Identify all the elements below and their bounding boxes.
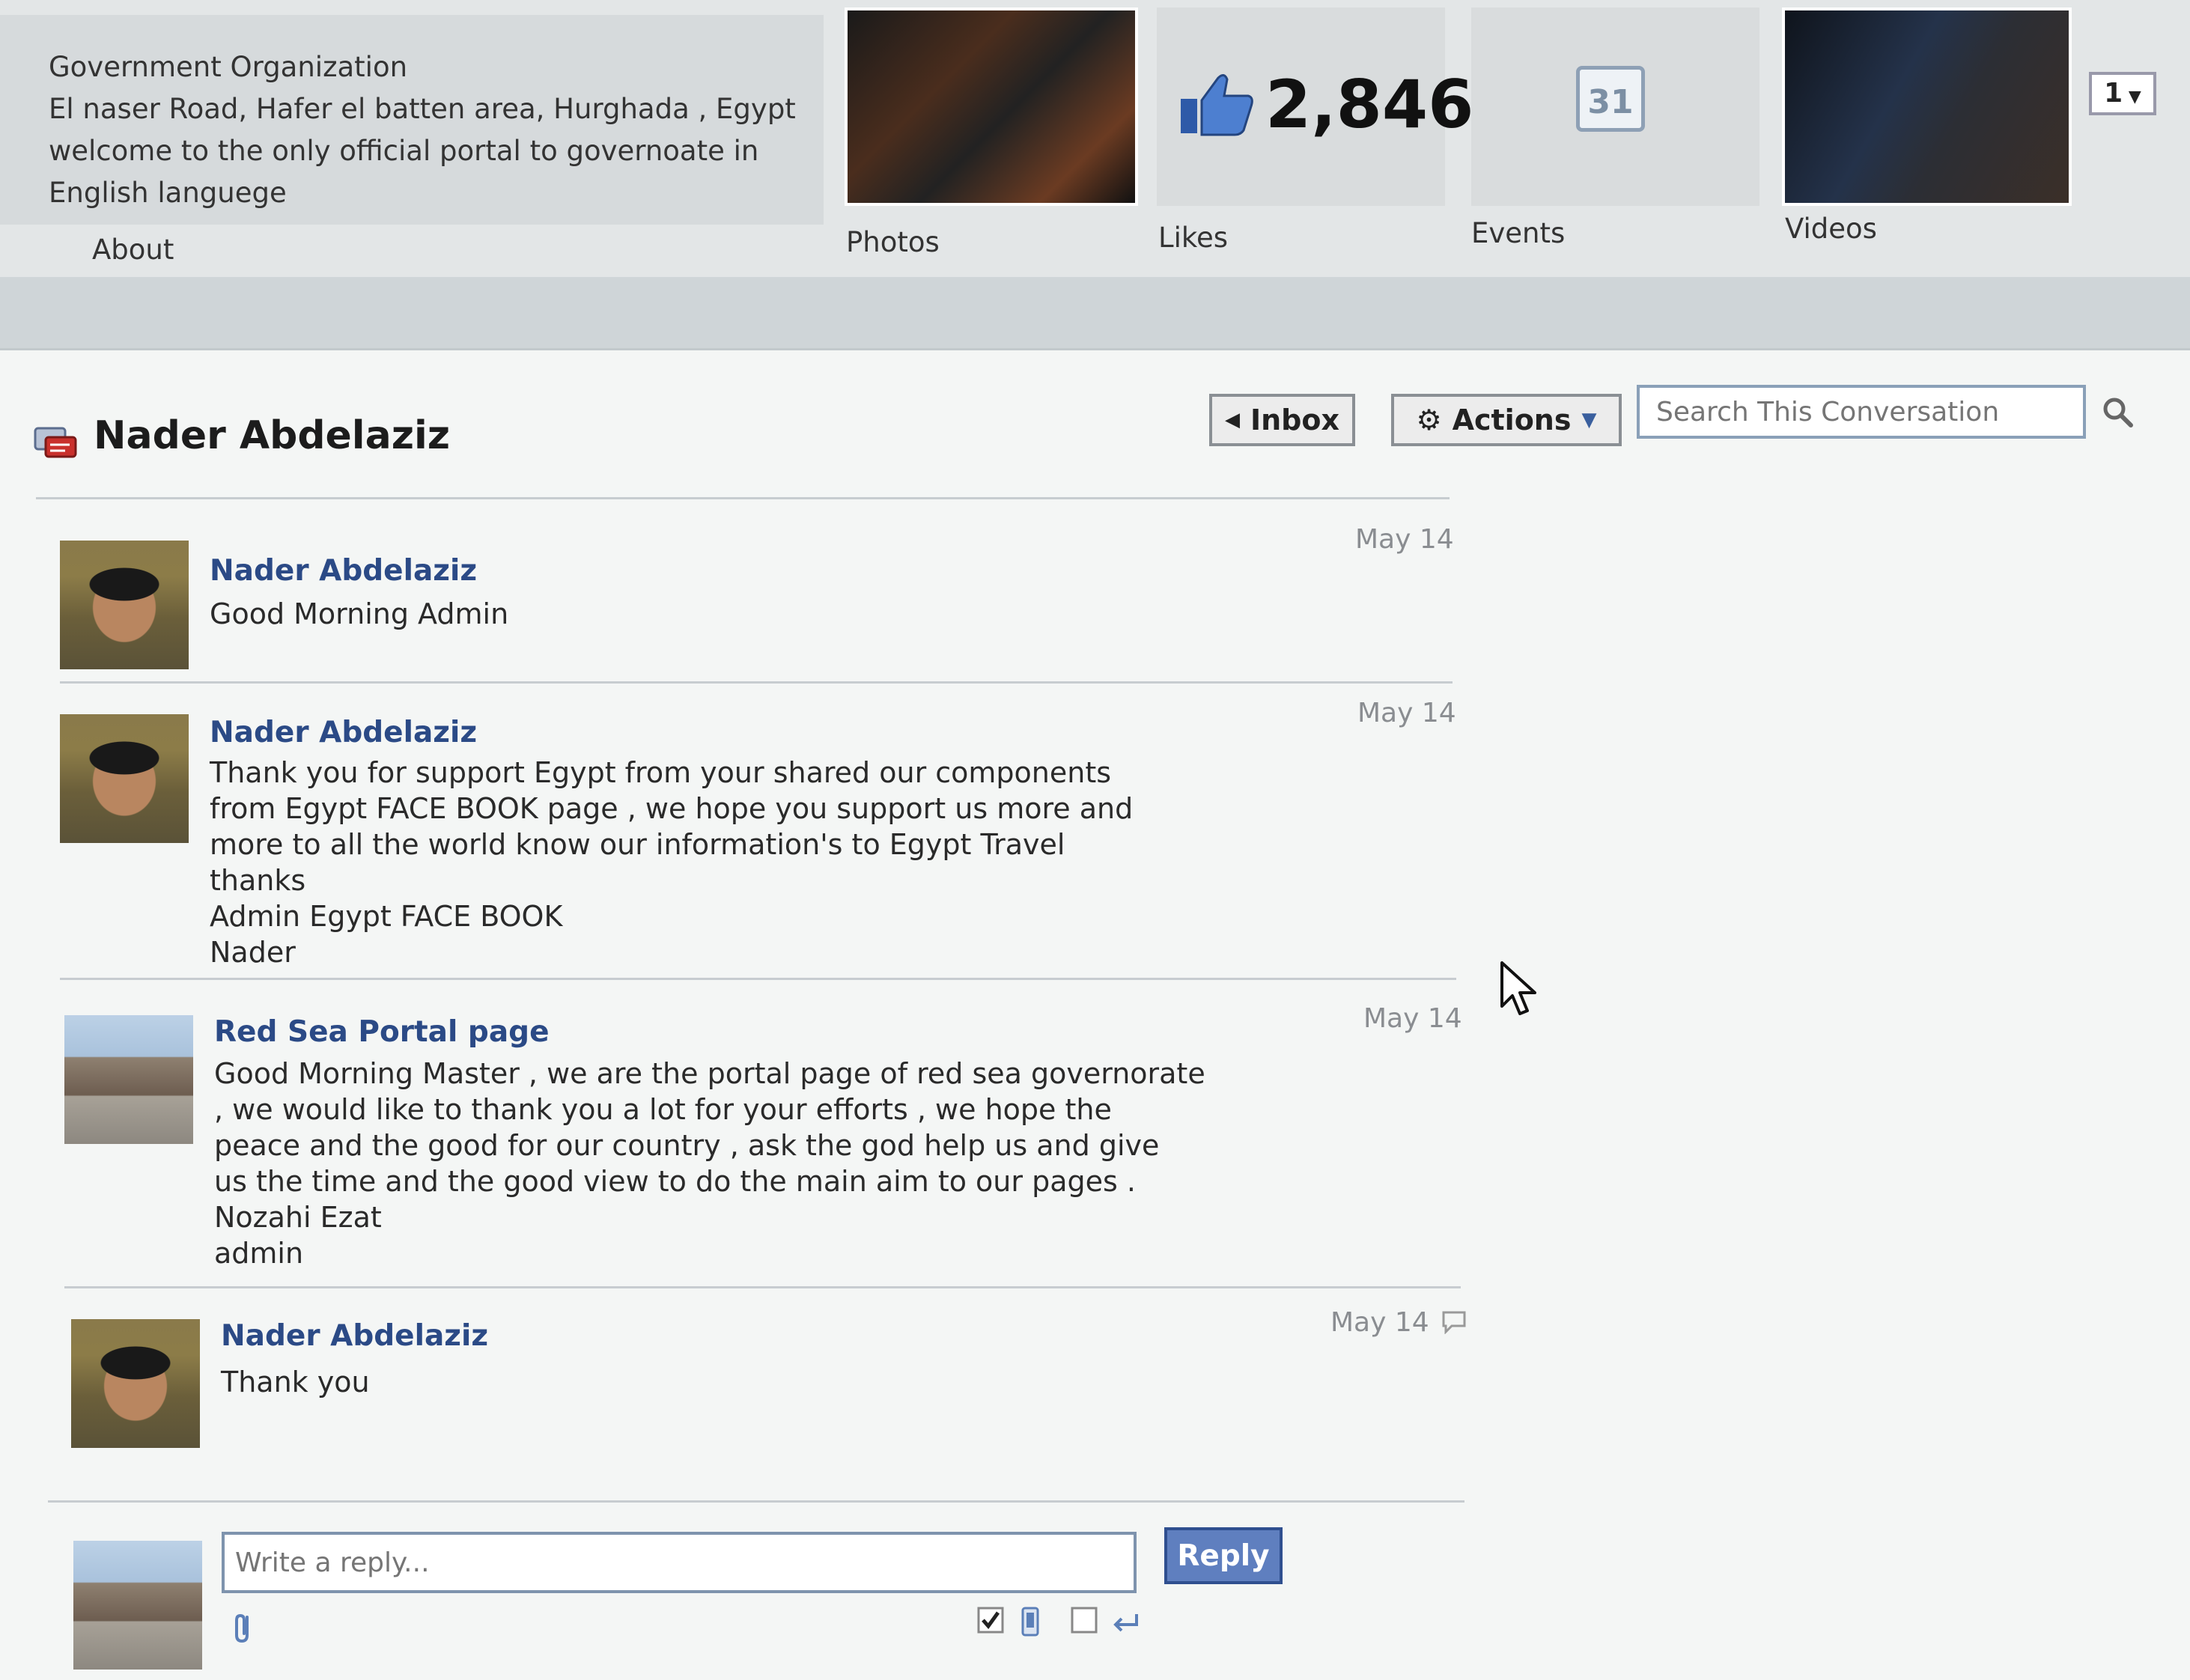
message-date: May 14 <box>1330 1307 1429 1338</box>
tab-events[interactable]: Events <box>1471 217 1565 249</box>
message-sender[interactable]: Red Sea Portal page <box>214 1015 550 1049</box>
message-divider <box>60 978 1456 980</box>
avatar[interactable] <box>60 541 189 669</box>
tab-photos[interactable]: Photos <box>846 226 940 258</box>
message-date: May 14 <box>1357 698 1456 728</box>
page-select-value: 1 <box>2104 78 2123 109</box>
chevron-left-icon: ◀ <box>1224 409 1240 431</box>
conversation-icon <box>34 427 77 458</box>
checkbox-unchecked[interactable] <box>1071 1607 1098 1634</box>
message-text: peace and the good for our country , ask… <box>214 1129 1160 1162</box>
calendar-day: 31 <box>1587 83 1634 121</box>
actions-button[interactable]: ⚙ Actions ▼ <box>1391 394 1622 446</box>
calendar-icon: 31 <box>1576 66 1645 132</box>
message-sender[interactable]: Nader Abdelaziz <box>210 716 477 749</box>
paperclip-icon[interactable] <box>231 1611 256 1644</box>
tab-likes[interactable]: Likes <box>1158 222 1228 254</box>
search-conversation-input[interactable] <box>1637 385 2086 439</box>
photos-thumbnail[interactable] <box>845 7 1138 206</box>
page-address: El naser Road, Hafer el batten area, Hur… <box>49 93 796 125</box>
reply-input[interactable] <box>222 1532 1137 1593</box>
message-text: from Egypt FACE BOOK page , we hope you … <box>210 792 1134 825</box>
mobile-icon <box>1021 1607 1039 1637</box>
about-box[interactable]: Government Organization El naser Road, H… <box>0 15 824 225</box>
gear-icon: ⚙ <box>1416 404 1442 436</box>
chevron-down-icon: ▼ <box>1581 409 1597 431</box>
avatar[interactable] <box>60 714 189 843</box>
message-item: Nader Abdelaziz May 14 Thank you for sup… <box>60 698 1460 976</box>
checkbox-checked[interactable] <box>977 1607 1004 1634</box>
inbox-button[interactable]: ◀ Inbox <box>1209 394 1355 446</box>
tab-videos[interactable]: Videos <box>1785 213 1877 245</box>
page-info-strip: Government Organization El naser Road, H… <box>0 0 2190 277</box>
search-icon[interactable] <box>2101 395 2134 428</box>
message-date: May 14 <box>1355 524 1454 555</box>
tab-about[interactable]: About <box>92 234 174 266</box>
speech-bubble-icon <box>1442 1311 1466 1334</box>
message-text: Nader <box>210 936 296 969</box>
message-text: Admin Egypt FACE BOOK <box>210 900 563 933</box>
reply-button[interactable]: Reply <box>1164 1527 1283 1584</box>
page-select-dropdown[interactable]: 1 ▼ <box>2089 72 2156 115</box>
conversation-title: Nader Abdelaziz <box>94 413 451 458</box>
message-text: Thank you <box>221 1366 370 1399</box>
thumbs-up-icon <box>1181 74 1253 136</box>
likes-count: 2,846 <box>1265 66 1474 143</box>
message-text: , we would like to thank you a lot for y… <box>214 1093 1112 1126</box>
message-text: us the time and the good view to do the … <box>214 1165 1136 1198</box>
message-text: Thank you for support Egypt from your sh… <box>210 756 1112 789</box>
header-divider <box>36 497 1450 499</box>
message-divider <box>60 681 1453 684</box>
mouse-cursor-icon <box>1500 961 1536 1015</box>
enter-key-icon <box>1113 1614 1138 1632</box>
message-text: Nozahi Ezat <box>214 1201 382 1234</box>
tab-strip <box>0 277 2190 350</box>
message-text: admin <box>214 1237 304 1270</box>
message-text: thanks <box>210 864 306 897</box>
avatar <box>73 1541 202 1670</box>
message-item: Nader Abdelaziz May 14 Thank you <box>71 1307 1471 1450</box>
message-date: May 14 <box>1363 1003 1462 1034</box>
message-item: Nader Abdelaziz May 14 Good Morning Admi… <box>60 524 1460 683</box>
page-description-line-2: English languege <box>49 177 287 209</box>
message-sender[interactable]: Nader Abdelaziz <box>210 554 477 588</box>
reply-divider <box>48 1500 1464 1503</box>
actions-button-label: Actions <box>1452 404 1572 436</box>
chevron-down-icon: ▼ <box>2123 88 2141 106</box>
videos-thumbnail[interactable] <box>1782 7 2072 206</box>
avatar[interactable] <box>64 1015 193 1144</box>
message-text: Good Morning Admin <box>210 597 509 630</box>
message-divider <box>64 1286 1461 1288</box>
message-text: more to all the world know our informati… <box>210 828 1065 861</box>
message-sender[interactable]: Nader Abdelaziz <box>221 1319 488 1353</box>
message-text: Good Morning Master , we are the portal … <box>214 1057 1205 1090</box>
page-description-line-1: welcome to the only official portal to g… <box>49 135 759 167</box>
message-item: Red Sea Portal page May 14 Good Morning … <box>64 1003 1464 1285</box>
page-category: Government Organization <box>49 51 408 83</box>
avatar[interactable] <box>71 1319 200 1448</box>
inbox-button-label: Inbox <box>1250 404 1339 436</box>
